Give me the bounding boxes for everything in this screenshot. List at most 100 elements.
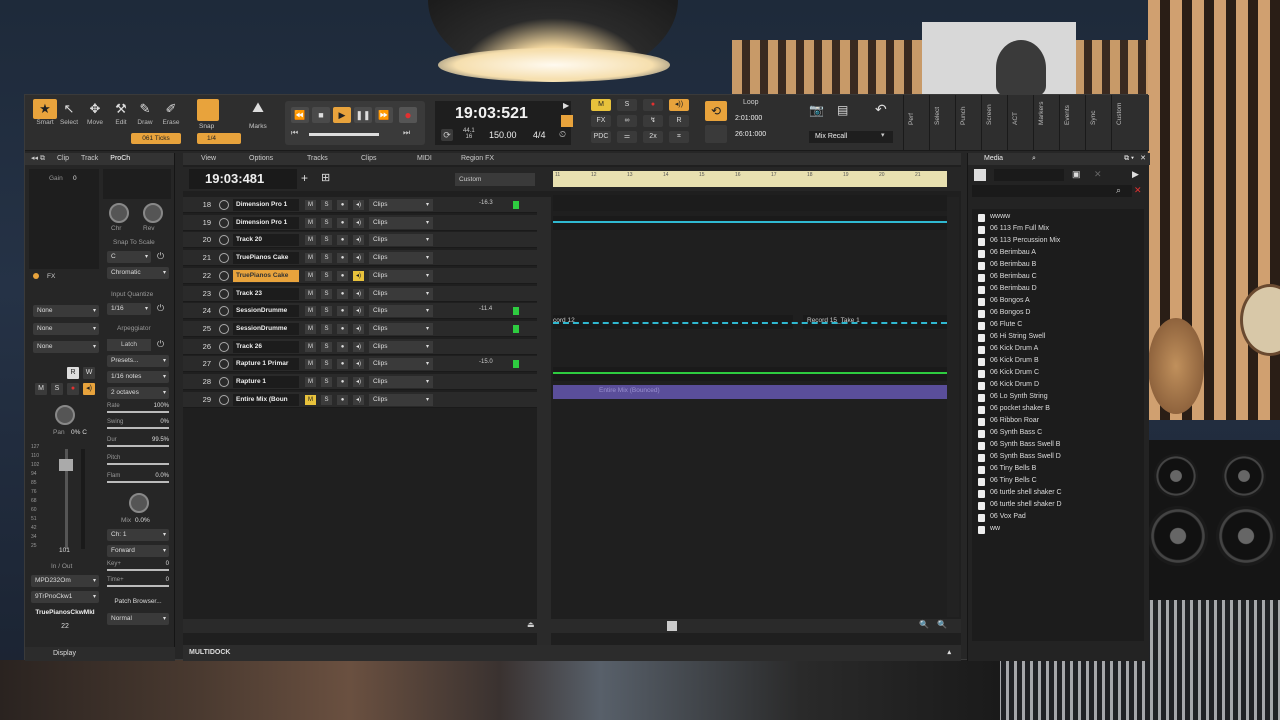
media-file-item[interactable]: 06 Tiny Bells C [978,477,1037,486]
clip-entire-mix-bounced[interactable]: Entire Mix (Bounced) [553,385,947,399]
pan-knob[interactable] [55,405,75,425]
camera-icon[interactable]: 📷 [809,103,824,117]
clip-rapture[interactable] [553,367,947,381]
undo-icon[interactable]: ↶ [875,101,887,118]
stop-button[interactable]: ■ [312,107,330,123]
grid-icon[interactable]: ⌗ [669,131,689,143]
track-mute-button[interactable]: M [305,253,316,264]
track-name[interactable]: Dimension Pro 1 [233,199,299,211]
clip-dimension-pro-2[interactable] [553,216,947,230]
track-mute-button[interactable]: M [305,235,316,246]
loop-start[interactable]: 2:01:000 [735,115,762,122]
media-file-item[interactable]: 06 pocket shaker B [978,405,1050,414]
horizontal-scrollbar[interactable]: 🔍 🔍 ⏏ [183,619,961,633]
track-solo-button[interactable]: S [321,253,332,264]
chorus-knob[interactable] [109,203,129,223]
media-file-item[interactable]: 06 Synth Bass Swell D [978,453,1061,462]
fx-power-icon[interactable] [33,273,39,279]
track-view-select[interactable]: Clips [369,252,433,265]
arp-power-icon[interactable]: ⏻ [157,339,164,350]
act-module-tab[interactable]: ACT [1007,95,1027,151]
home-icon[interactable]: ⏏ [527,620,535,629]
track-input-echo-button[interactable]: ◂) [353,323,364,334]
track-view-select[interactable]: Clips [369,340,433,353]
media-file-item[interactable]: 06 Lo Synth String [978,393,1048,402]
track-mute-button[interactable]: M [305,359,316,370]
mix-value[interactable]: 0.0% [135,517,150,524]
read-button[interactable]: R [669,115,689,127]
media-file-item[interactable]: 06 Hi String Swell [978,333,1045,342]
track-input-echo-button[interactable]: ◂) [353,288,364,299]
track-name[interactable]: Track 20 [233,234,299,247]
erase-tool[interactable]: ✐ Erase [159,99,183,126]
media-file-item[interactable]: 06 Synth Bass Swell B [978,441,1060,450]
pan-value[interactable]: 0% C [71,429,87,436]
media-search-icon[interactable]: ⌕ [1032,153,1036,165]
media-file-item[interactable]: 06 113 Percussion Mix [978,237,1060,246]
fx-slot-3[interactable]: None [33,341,99,353]
mute-all-button[interactable]: M [591,99,611,111]
pdc-button[interactable]: PDC [591,131,611,143]
media-search-input[interactable] [972,185,1132,197]
clip-dimension-pro[interactable] [553,195,947,211]
sync-icon[interactable]: ⟳ [441,129,453,141]
tab-proch[interactable]: ProCh [104,153,136,165]
media-file-item[interactable]: 06 Vox Pad [978,513,1026,522]
track-row[interactable]: 27 Rapture 1 Primar MS ● ◂) Clips -15.0 [183,356,537,373]
track-input-echo-button[interactable]: ◂) [353,217,364,228]
fader-value[interactable]: 101 [59,547,70,554]
track-mute-button[interactable]: M [305,288,316,299]
track-view-select[interactable]: Clips [369,376,433,388]
media-file-item[interactable]: 06 Berimbau B [978,261,1036,270]
track-arm-button[interactable]: ● [337,253,348,264]
track-input-echo-button[interactable]: ◂) [353,377,364,387]
track-arm-button[interactable]: ● [337,341,348,352]
clip-lane[interactable] [553,232,947,249]
rewind-button[interactable]: ⏪ [291,107,309,123]
media-file-item[interactable]: 06 113 Fm Full Mix [978,225,1049,234]
track-row[interactable]: 28 Rapture 1 M S ● ◂) Clips [183,374,537,390]
fx-bypass-button[interactable]: FX [591,115,611,127]
track-view-select[interactable]: Clips [369,287,433,300]
media-file-item[interactable]: 06 Bongos D [978,309,1030,318]
media-file-item[interactable]: 06 Kick Drum A [978,345,1038,354]
perf-module-tab[interactable]: Perf [903,95,923,151]
save-icon[interactable]: ▣ [1072,169,1081,180]
track-mute-button[interactable]: M [305,306,316,317]
media-file-item[interactable]: 06 Tiny Bells B [978,465,1036,474]
media-file-item[interactable]: 06 Kick Drum C [978,369,1039,378]
folder-icon[interactable] [974,169,986,181]
track-name[interactable]: Dimension Pro 1 [233,216,299,229]
solo-all-button[interactable]: S [617,99,637,111]
track-mute-button[interactable]: M [305,377,316,387]
track-view-select[interactable]: Clips [369,269,433,282]
media-file-item[interactable]: wwww [978,213,1010,222]
clip-lane[interactable] [553,285,947,302]
direction-select[interactable]: Forward [107,545,169,557]
track-mute-button[interactable]: M [305,341,316,352]
menu-options[interactable]: Options [249,153,273,165]
snap-value-select[interactable]: 1/4 [197,133,241,144]
track-view-select[interactable]: Clips [369,358,433,371]
pause-button[interactable]: ❚❚ [354,107,372,123]
track-mute-button[interactable]: M [305,323,316,334]
fx-slot-1[interactable]: None [33,305,99,317]
track-arm-button[interactable]: ● [337,200,348,210]
tab-track[interactable]: Track [75,153,104,165]
select-module-tab[interactable]: Select [929,95,949,151]
track-arm-button[interactable]: ● [337,323,348,334]
screen-module-tab[interactable]: Screen [981,95,1001,151]
nudge-ticks[interactable]: 061 Ticks [131,133,181,144]
track-view-select[interactable]: Clips [369,393,433,406]
track-row[interactable]: 21 TruePianos Cake M S ● ◂) Clips [183,250,537,267]
track-arm-button[interactable]: ● [337,359,348,370]
menu-region-fx[interactable]: Region FX [461,153,494,165]
vertical-scrollbar[interactable] [947,197,959,617]
loop-toggle-icon[interactable]: ⟲ [705,101,727,121]
track-mute-button[interactable]: M [305,270,316,281]
track-row[interactable]: 29 Entire Mix (Boun M S ● ◂) Clips [183,391,537,408]
time-offset-slider[interactable]: Time+ 0 [107,577,169,587]
media-file-item[interactable]: ww [978,525,1000,534]
select-tool[interactable]: ↖ Select [57,99,81,126]
media-path-select[interactable] [994,169,1064,181]
